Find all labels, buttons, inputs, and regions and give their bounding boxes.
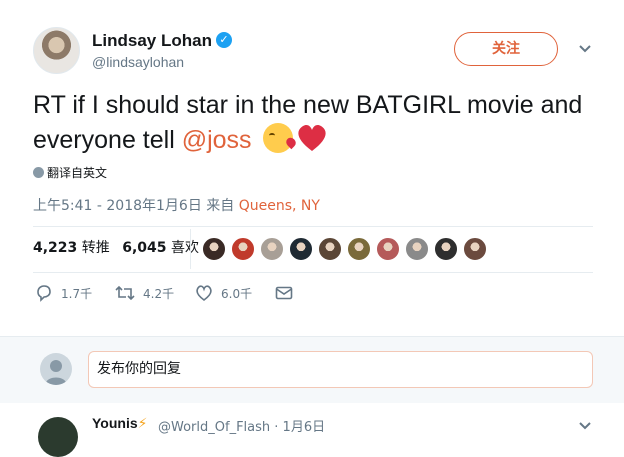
retweet-label[interactable]: 转推: [82, 240, 110, 256]
liker-avatar[interactable]: [260, 237, 284, 261]
retweet-action[interactable]: 4.2千: [115, 284, 174, 306]
liker-avatar[interactable]: [231, 237, 255, 261]
chevron-down-icon[interactable]: [578, 419, 592, 433]
liker-avatar[interactable]: [318, 237, 342, 261]
default-user-icon: [45, 360, 67, 385]
envelope-icon: [275, 286, 293, 300]
stats-separator: [190, 229, 191, 269]
divider: [33, 272, 593, 273]
follow-button[interactable]: 关注: [454, 32, 558, 66]
user-avatar[interactable]: [40, 353, 72, 385]
translate-link[interactable]: 翻译自英文: [33, 164, 107, 181]
next-tweet-name-text: Younis: [92, 415, 138, 431]
mention-link[interactable]: @joss: [182, 126, 252, 154]
liker-avatar[interactable]: [376, 237, 400, 261]
tweet-timestamp: 上午5:41 - 2018年1月6日 来自 Queens, NY: [33, 195, 320, 215]
liker-avatar[interactable]: [347, 237, 371, 261]
verified-badge-icon: ✓: [216, 32, 232, 48]
author-handle[interactable]: @lindsaylohan: [92, 54, 184, 70]
reply-input[interactable]: 发布你的回复: [88, 351, 593, 388]
translate-label: 翻译自英文: [47, 166, 108, 180]
chevron-down-icon[interactable]: [578, 42, 592, 56]
liker-avatar[interactable]: [463, 237, 487, 261]
next-tweet-meta: @World_Of_Flash · 1月6日: [158, 416, 325, 435]
tweet-card: Lindsay Lohan ✓ @lindsaylohan 关注 RT if I…: [0, 0, 624, 336]
retweet-action-count: 4.2千: [143, 287, 175, 301]
reply-count: 1.7千: [61, 287, 93, 301]
reply-composer: 发布你的回复: [0, 336, 624, 404]
author-display-name[interactable]: Lindsay Lohan: [92, 31, 212, 51]
timestamp-text[interactable]: 上午5:41 - 2018年1月6日 来自: [33, 198, 239, 214]
direct-message-action[interactable]: [275, 284, 301, 306]
divider: [33, 226, 593, 227]
like-action-count: 6.0千: [221, 287, 253, 301]
next-tweet: Younis⚡ @World_Of_Flash · 1月6日: [0, 403, 624, 457]
retweet-icon: [115, 285, 135, 301]
next-tweet-display-name[interactable]: Younis⚡: [92, 415, 147, 432]
liker-avatar[interactable]: [434, 237, 458, 261]
retweet-count[interactable]: 4,223: [33, 240, 77, 256]
like-action[interactable]: 6.0千: [195, 284, 252, 306]
liker-avatar[interactable]: [405, 237, 429, 261]
lightning-icon: ⚡: [137, 415, 148, 431]
face-blowing-kiss-icon: [262, 123, 293, 153]
next-tweet-avatar[interactable]: [38, 417, 78, 457]
globe-icon: [33, 167, 44, 178]
like-label[interactable]: 喜欢: [171, 240, 199, 256]
tweet-stats: 4,223 转推 6,045 喜欢: [33, 237, 207, 257]
liker-avatar[interactable]: [202, 237, 226, 261]
like-count[interactable]: 6,045: [122, 240, 166, 256]
location-link[interactable]: Queens, NY: [239, 198, 320, 214]
liker-avatar[interactable]: [289, 237, 313, 261]
heart-outline-icon: [196, 285, 212, 301]
red-heart-icon: [297, 124, 326, 151]
reply-icon: [37, 285, 51, 302]
reply-action[interactable]: 1.7千: [35, 284, 92, 306]
author-avatar[interactable]: [33, 27, 80, 74]
tweet-text: RT if I should star in the new BATGIRL m…: [33, 88, 603, 158]
